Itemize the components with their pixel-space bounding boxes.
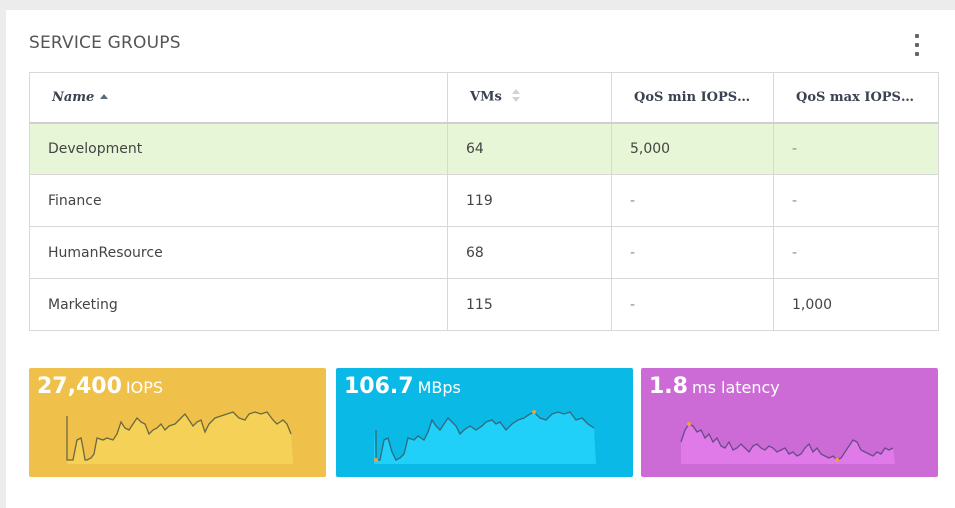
throughput-tile[interactable]: 106.7 MBps [336, 368, 633, 477]
cell-qos-max: - [773, 122, 939, 175]
panel-title: SERVICE GROUPS [29, 33, 181, 53]
column-header-qos-max-iops[interactable]: QoS max IOPS p... [773, 72, 939, 124]
cell-name: HumanResource [29, 226, 448, 279]
iops-value: 27,400 IOPS [37, 374, 164, 399]
cell-vms: 68 [447, 226, 612, 279]
table-row[interactable]: Marketing 115 - 1,000 [29, 278, 939, 331]
service-groups-panel: SERVICE GROUPS Name VMs QoS min IOPS p..… [6, 10, 955, 508]
column-header-label: QoS max IOPS p... [796, 89, 929, 105]
column-header-label: Name [52, 89, 95, 105]
column-header-qos-min-iops[interactable]: QoS min IOPS p... [611, 72, 774, 124]
cell-name: Development [29, 122, 448, 175]
latency-unit: ms latency [691, 378, 780, 397]
table-header-row: Name VMs QoS min IOPS p... QoS max IOPS … [29, 72, 939, 124]
cell-vms: 64 [447, 122, 612, 175]
cell-vms: 119 [447, 174, 612, 227]
latency-value: 1.8 ms latency [649, 374, 780, 399]
column-header-name[interactable]: Name [29, 72, 448, 124]
sort-ascending-icon [100, 93, 109, 99]
cell-qos-min: - [611, 278, 774, 331]
sort-icon [511, 88, 520, 104]
cell-qos-max: - [773, 174, 939, 227]
cell-qos-max: - [773, 226, 939, 279]
cell-name: Finance [29, 174, 448, 227]
cell-vms: 115 [447, 278, 612, 331]
throughput-value: 106.7 MBps [344, 374, 461, 399]
column-header-label: VMs [470, 89, 502, 105]
cell-qos-min: - [611, 174, 774, 227]
column-header-vms[interactable]: VMs [447, 72, 612, 124]
column-header-label: QoS min IOPS p... [634, 89, 765, 105]
iops-tile[interactable]: 27,400 IOPS [29, 368, 326, 477]
service-groups-table: Name VMs QoS min IOPS p... QoS max IOPS … [29, 72, 939, 331]
table-row[interactable]: Development 64 5,000 - [29, 122, 939, 175]
cell-qos-min: 5,000 [611, 122, 774, 175]
cell-name: Marketing [29, 278, 448, 331]
cell-qos-max: 1,000 [773, 278, 939, 331]
throughput-unit: MBps [417, 378, 461, 397]
more-vertical-icon[interactable] [911, 32, 923, 58]
table-row[interactable]: Finance 119 - - [29, 174, 939, 227]
table-row[interactable]: HumanResource 68 - - [29, 226, 939, 279]
iops-unit: IOPS [125, 378, 164, 397]
latency-tile[interactable]: 1.8 ms latency [641, 368, 938, 477]
cell-qos-min: - [611, 226, 774, 279]
